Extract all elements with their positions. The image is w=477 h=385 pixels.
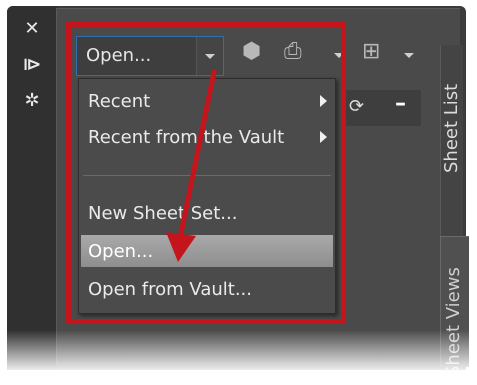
bottom-fade bbox=[0, 330, 477, 385]
callout-arrow-icon bbox=[166, 69, 217, 262]
